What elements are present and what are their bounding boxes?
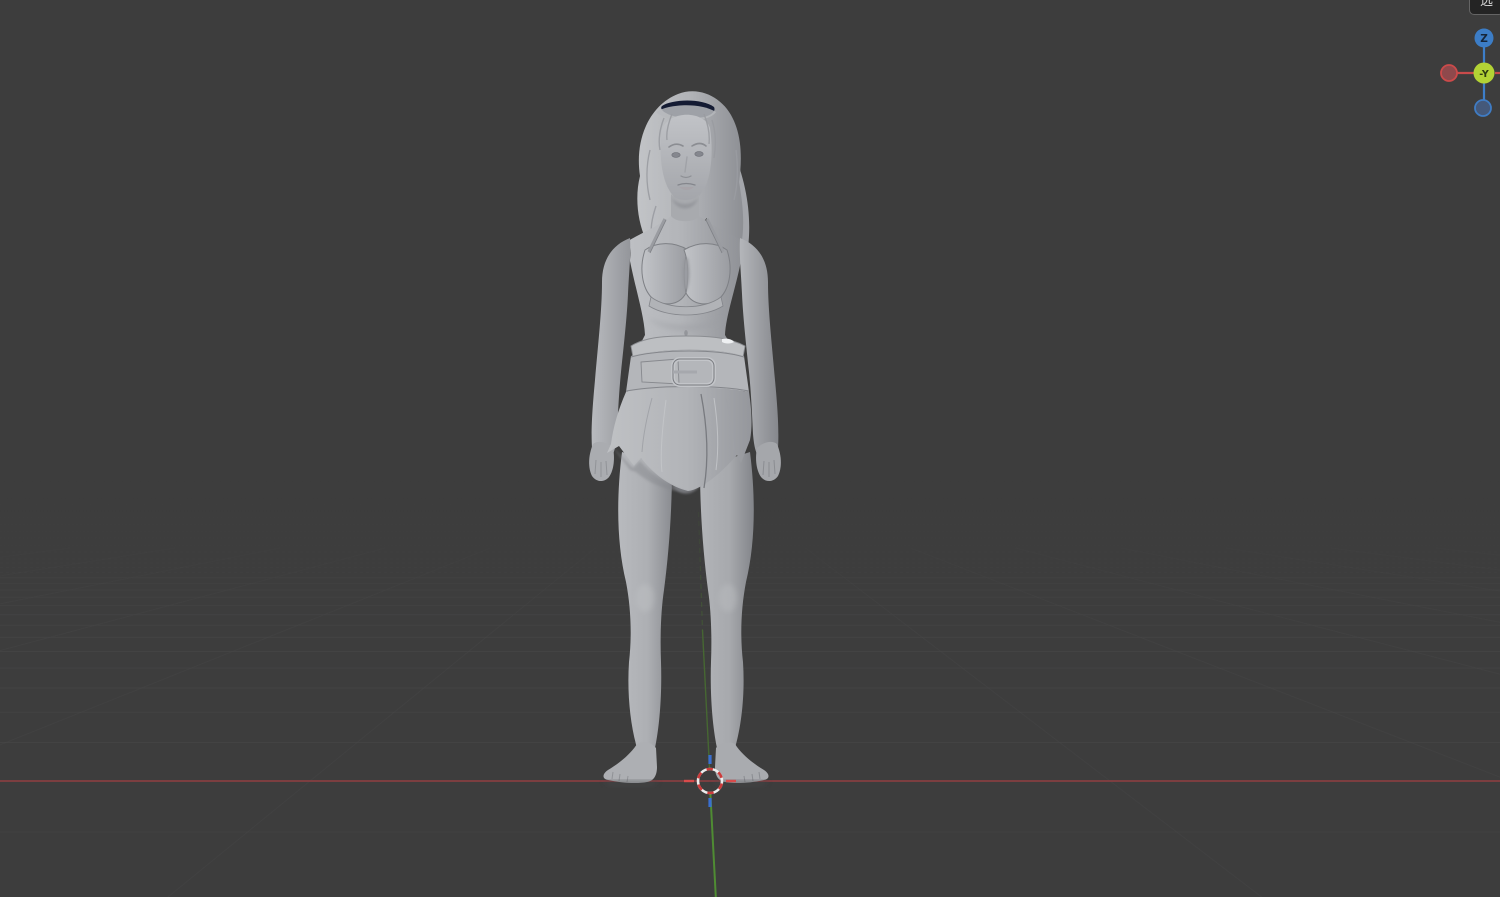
gizmo-axis-neg-x[interactable] — [1440, 64, 1458, 82]
clipped-menu-label: 选 — [1479, 0, 1493, 9]
gizmo-axis-z[interactable]: Z — [1474, 28, 1494, 48]
waistband-highlight — [722, 338, 734, 344]
foot-left — [603, 742, 657, 784]
gizmo-neg-y-label: -Y — [1479, 69, 1489, 80]
world-axes — [0, 511, 1500, 897]
foot-right — [715, 742, 769, 784]
clipped-menu-button[interactable]: 选 — [1468, 0, 1500, 15]
gizmo-axis-neg-y[interactable]: -Y — [1473, 62, 1495, 84]
navel — [684, 330, 688, 336]
navigation-gizmo[interactable]: Z -Y — [1430, 18, 1500, 130]
y-axis-line — [709, 793, 717, 897]
hand-right — [756, 441, 781, 482]
3d-viewport[interactable]: Z -Y 选 — [0, 0, 1500, 897]
gizmo-axis-neg-z[interactable] — [1474, 99, 1492, 117]
character-model[interactable] — [589, 91, 781, 786]
viewport-canvas — [0, 91, 1500, 897]
gizmo-z-label: Z — [1480, 33, 1488, 45]
